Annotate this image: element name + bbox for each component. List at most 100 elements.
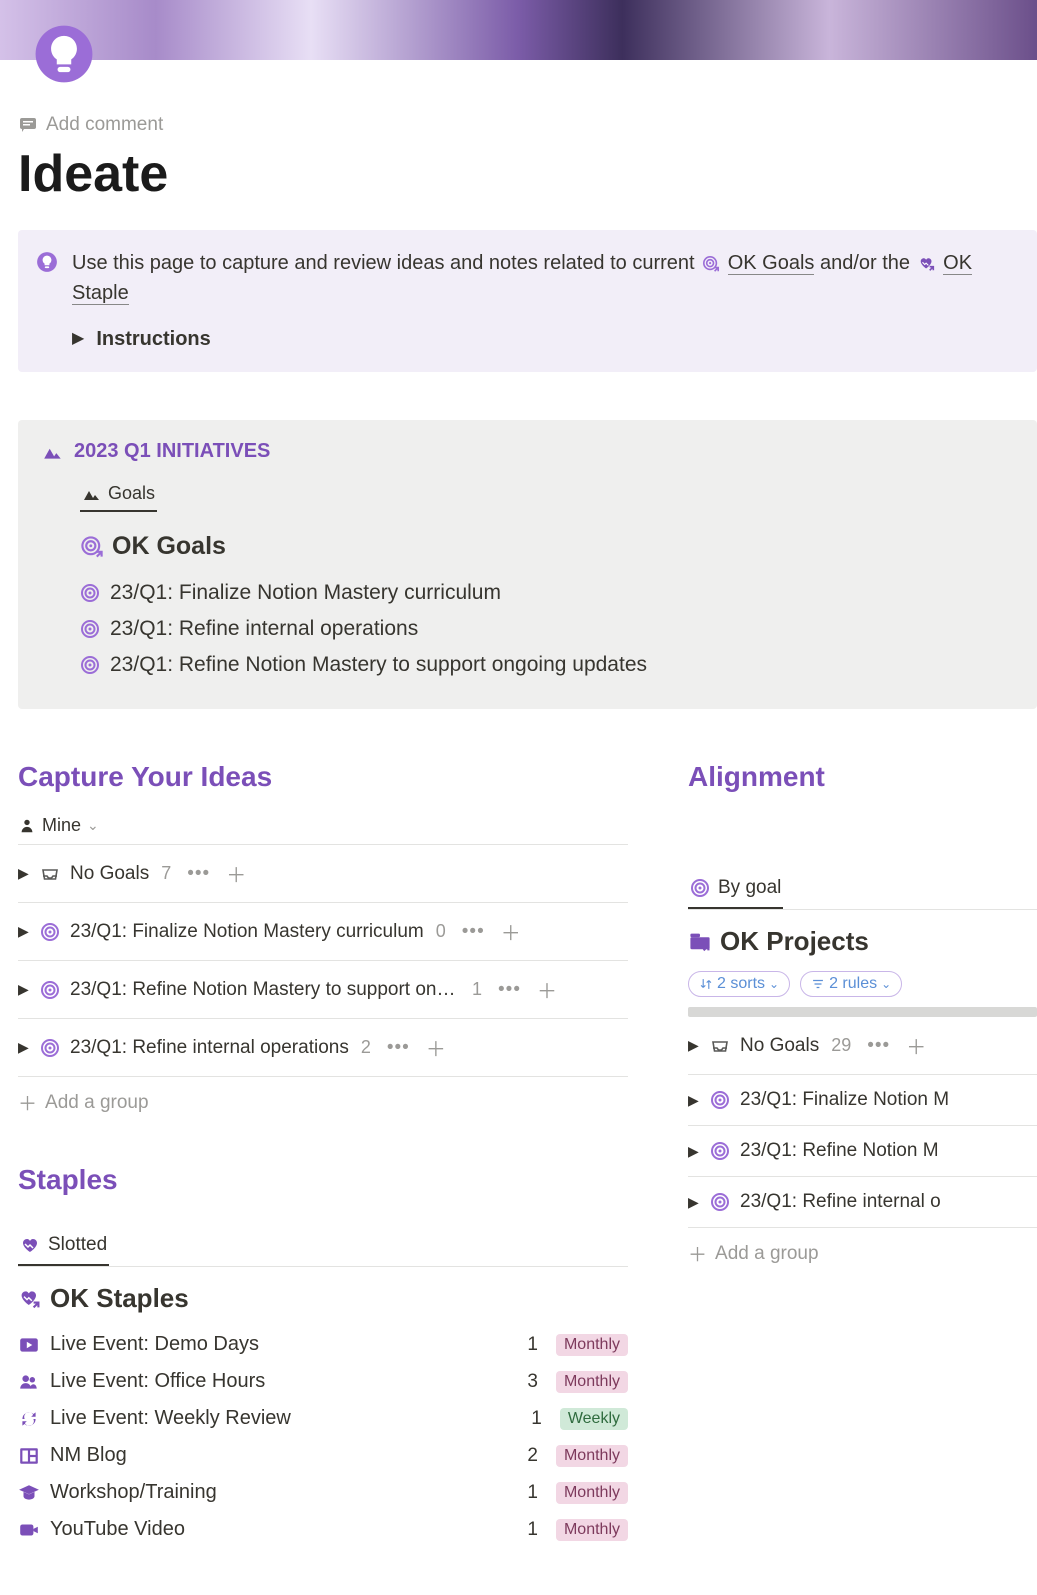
- target-icon: [710, 1192, 730, 1212]
- staple-row[interactable]: Workshop/Training1Monthly: [18, 1474, 628, 1511]
- instructions-label: Instructions: [96, 324, 210, 354]
- group-row[interactable]: ▶23/Q1: Refine internal o: [688, 1177, 1037, 1228]
- staple-row[interactable]: NM Blog2Monthly: [18, 1437, 628, 1474]
- target-icon: [40, 922, 60, 942]
- chevron-right-icon: ▶: [688, 1194, 700, 1211]
- filter-icon: [811, 977, 825, 991]
- staple-row[interactable]: Live Event: Demo Days1Monthly: [18, 1326, 628, 1363]
- cover-image: [0, 0, 1037, 60]
- add-group-button[interactable]: ＋ Add a group: [18, 1077, 628, 1128]
- inbox-icon: [710, 1037, 730, 1055]
- target-icon: [80, 619, 100, 639]
- plus-icon: ＋: [688, 1240, 707, 1267]
- lightbulb-icon: [36, 251, 58, 282]
- heart-icon: [18, 1287, 42, 1311]
- goal-item[interactable]: 23/Q1: Finalize Notion Mastery curriculu…: [80, 575, 1013, 611]
- staple-row[interactable]: Live Event: Office Hours3Monthly: [18, 1363, 628, 1400]
- target-icon: [690, 878, 710, 898]
- more-icon[interactable]: •••: [867, 1035, 890, 1057]
- db-ok-projects[interactable]: OK Projects: [688, 926, 1037, 957]
- group-row[interactable]: ▶23/Q1: Finalize Notion Mastery curricul…: [18, 903, 628, 961]
- more-icon[interactable]: •••: [498, 979, 521, 1001]
- heart-icon: [918, 255, 936, 273]
- chevron-right-icon: ▶: [688, 1143, 700, 1160]
- callout-text: Use this page to capture and review idea…: [72, 248, 1017, 308]
- staple-row[interactable]: YouTube Video1Monthly: [18, 1511, 628, 1548]
- plus-icon[interactable]: ＋: [426, 1033, 446, 1062]
- more-icon[interactable]: •••: [187, 863, 210, 885]
- frequency-badge: Monthly: [556, 1445, 628, 1467]
- db-ok-staples[interactable]: OK Staples: [18, 1283, 628, 1314]
- tab-goals[interactable]: Goals: [80, 477, 157, 512]
- sorts-pill[interactable]: 2 sorts ⌄: [688, 971, 790, 997]
- frequency-badge: Monthly: [556, 1519, 628, 1541]
- group-row[interactable]: ▶No Goals7•••＋: [18, 845, 628, 903]
- more-icon[interactable]: •••: [462, 921, 485, 943]
- page-title[interactable]: Ideate: [18, 144, 1037, 204]
- target-icon: [80, 535, 104, 559]
- staple-row[interactable]: Live Event: Weekly Review1Weekly: [18, 1400, 628, 1437]
- goal-item[interactable]: 23/Q1: Refine internal operations: [80, 611, 1013, 647]
- frequency-badge: Weekly: [560, 1408, 628, 1430]
- tab-by-goal[interactable]: By goal: [688, 869, 783, 909]
- mountain-icon: [82, 485, 102, 503]
- add-comment[interactable]: Add comment: [18, 110, 1037, 140]
- group-row[interactable]: ▶No Goals29•••＋: [688, 1017, 1037, 1075]
- group-row[interactable]: ▶23/Q1: Refine internal operations2•••＋: [18, 1019, 628, 1077]
- chevron-down-icon: ⌄: [87, 817, 99, 834]
- comment-icon: [18, 115, 38, 135]
- frequency-badge: Monthly: [556, 1334, 628, 1356]
- mountain-icon: [42, 442, 64, 462]
- capture-heading: Capture Your Ideas: [18, 761, 628, 793]
- group-row[interactable]: ▶23/Q1: Refine Notion M: [688, 1126, 1037, 1177]
- add-comment-label: Add comment: [46, 114, 163, 136]
- people-icon: [18, 1371, 40, 1393]
- chevron-right-icon: ▶: [18, 865, 30, 882]
- plus-icon[interactable]: ＋: [906, 1031, 926, 1060]
- initiatives-header[interactable]: 2023 Q1 INITIATIVES: [42, 440, 1013, 463]
- target-icon: [80, 583, 100, 603]
- plus-icon[interactable]: ＋: [226, 859, 246, 888]
- plus-icon[interactable]: ＋: [501, 917, 521, 946]
- group-row[interactable]: ▶23/Q1: Refine Notion Mastery to support…: [18, 961, 628, 1019]
- page-icon[interactable]: [30, 20, 98, 88]
- callout: Use this page to capture and review idea…: [18, 230, 1037, 372]
- chevron-down-icon: ⌄: [881, 977, 891, 991]
- add-group-button[interactable]: ＋ Add a group: [688, 1228, 1037, 1279]
- rules-pill[interactable]: 2 rules ⌄: [800, 971, 902, 997]
- goal-item[interactable]: 23/Q1: Refine Notion Mastery to support …: [80, 647, 1013, 683]
- staples-heading: Staples: [18, 1164, 628, 1196]
- plus-icon: ＋: [18, 1089, 37, 1116]
- link-ok-goals[interactable]: OK Goals: [728, 252, 815, 275]
- sort-icon: [699, 977, 713, 991]
- person-icon: [18, 817, 36, 835]
- chevron-right-icon: ▶: [688, 1092, 700, 1109]
- target-icon: [40, 1038, 60, 1058]
- target-icon: [40, 980, 60, 1000]
- chevron-right-icon: ▶: [18, 923, 30, 940]
- layout-icon: [18, 1445, 40, 1467]
- heart-icon: [20, 1235, 40, 1255]
- alignment-heading: Alignment: [688, 761, 1037, 793]
- chevron-right-icon: ▶: [18, 1039, 30, 1056]
- chevron-right-icon: ▶: [688, 1037, 700, 1054]
- db-ok-goals[interactable]: OK Goals: [80, 532, 1013, 561]
- target-icon: [80, 655, 100, 675]
- frequency-badge: Monthly: [556, 1482, 628, 1504]
- target-icon: [702, 255, 720, 273]
- plus-icon[interactable]: ＋: [537, 975, 557, 1004]
- group-row[interactable]: ▶23/Q1: Finalize Notion M: [688, 1075, 1037, 1126]
- cap-icon: [18, 1482, 40, 1504]
- target-icon: [710, 1090, 730, 1110]
- tab-slotted[interactable]: Slotted: [18, 1226, 109, 1266]
- chevron-right-icon: ▶: [18, 981, 30, 998]
- refresh-icon: [18, 1408, 40, 1430]
- instructions-toggle[interactable]: ▶ Instructions: [72, 324, 1017, 354]
- more-icon[interactable]: •••: [387, 1037, 410, 1059]
- project-icon: [688, 930, 712, 954]
- view-selector-mine[interactable]: Mine ⌄: [18, 807, 628, 845]
- initiatives-block: 2023 Q1 INITIATIVES Goals OK Goals 23/Q1…: [18, 420, 1037, 709]
- video-icon: [18, 1519, 40, 1541]
- target-icon: [710, 1141, 730, 1161]
- play-icon: [18, 1334, 40, 1356]
